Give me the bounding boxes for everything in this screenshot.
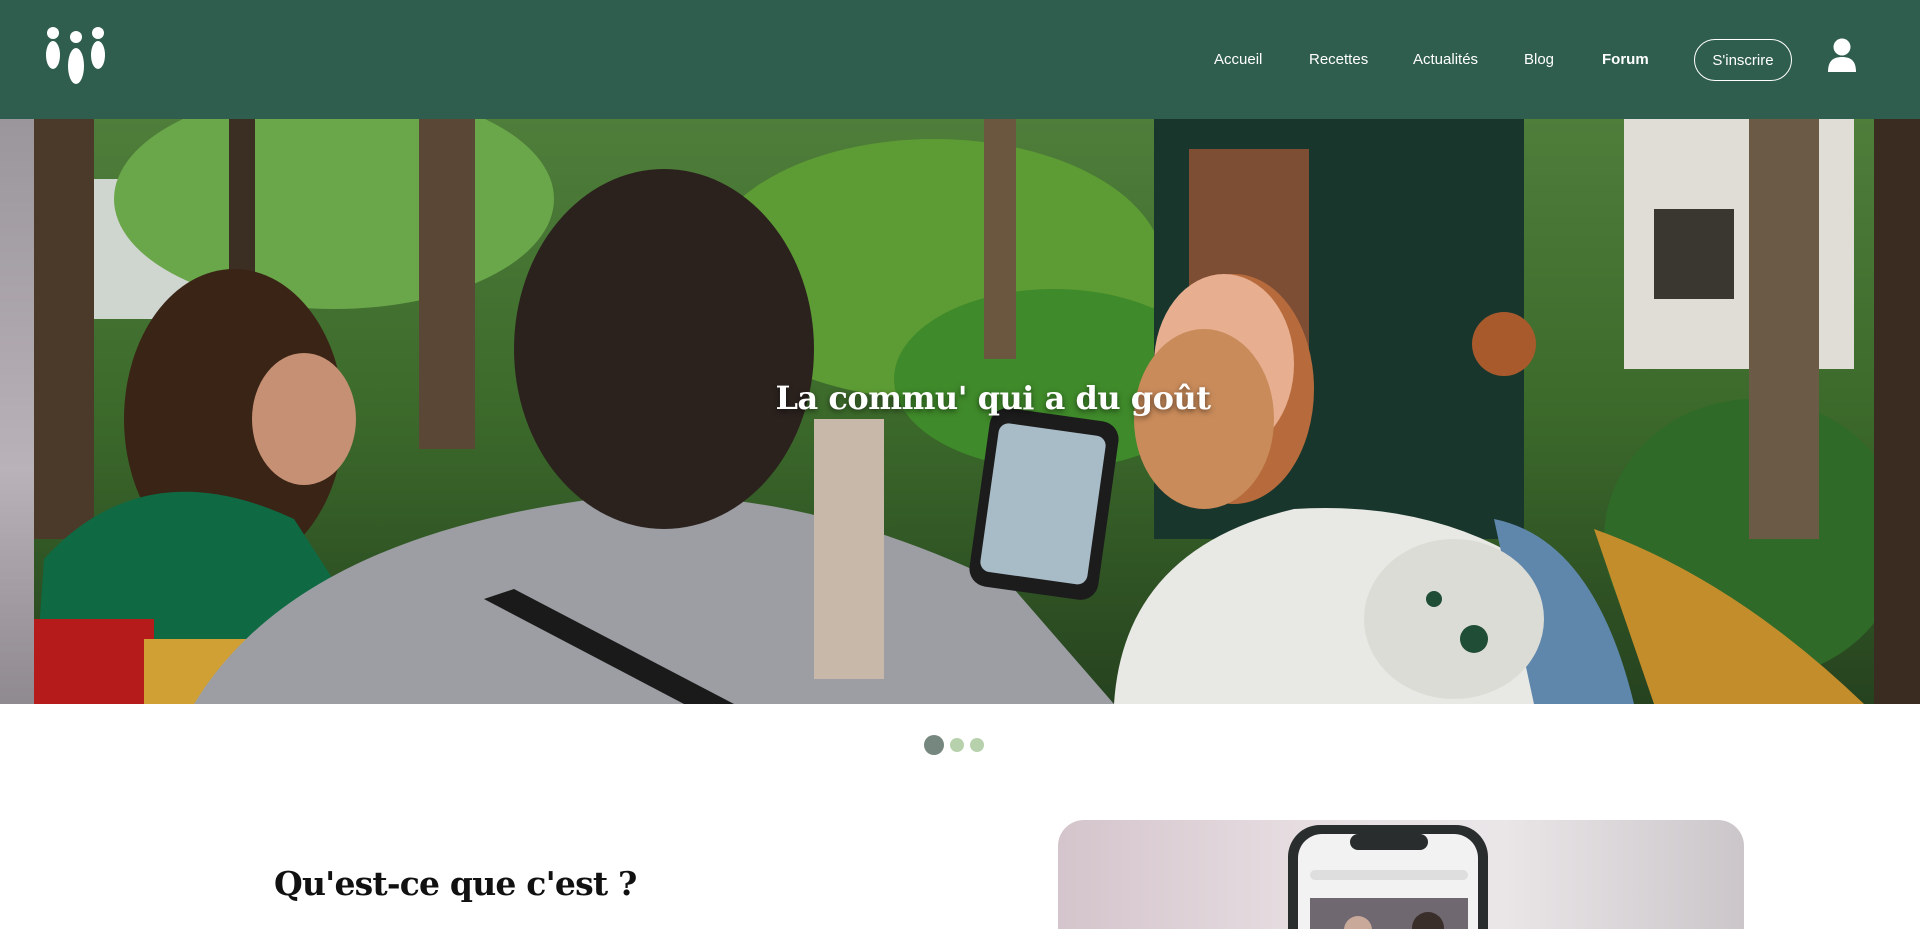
nav-blog[interactable]: Blog	[1524, 51, 1554, 68]
carousel-dot-3[interactable]	[970, 738, 984, 752]
carousel-dot-1[interactable]	[924, 735, 944, 755]
carousel-pagination	[924, 735, 984, 755]
nav-accueil[interactable]: Accueil	[1214, 51, 1262, 68]
about-title: Qu'est-ce que c'est ?	[274, 864, 637, 903]
carousel-dot-2[interactable]	[950, 738, 964, 752]
main-nav: Accueil Recettes Actualités Blog Forum	[0, 0, 1920, 119]
nav-forum[interactable]: Forum	[1602, 51, 1649, 68]
user-icon[interactable]	[1828, 38, 1856, 74]
phone-mockup-image	[1058, 820, 1744, 929]
site-header: Accueil Recettes Actualités Blog Forum S…	[0, 0, 1920, 119]
signup-button[interactable]: S'inscrire	[1694, 39, 1792, 81]
nav-actualites[interactable]: Actualités	[1413, 51, 1478, 68]
nav-recettes[interactable]: Recettes	[1309, 51, 1368, 68]
hero-carousel: La commu' qui a du goût	[0, 119, 1920, 704]
hero-title: La commu' qui a du goût	[775, 379, 1211, 417]
